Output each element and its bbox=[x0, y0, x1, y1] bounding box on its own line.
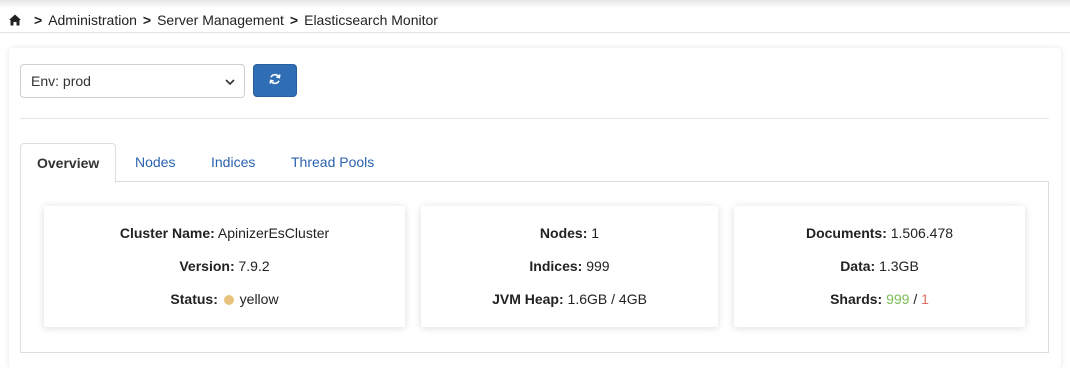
breadcrumb-item-administration[interactable]: Administration bbox=[48, 12, 137, 28]
refresh-icon bbox=[268, 72, 282, 89]
shards-row: Shards: 999 / 1 bbox=[830, 283, 929, 316]
cluster-name-value: ApinizerEsCluster bbox=[217, 225, 330, 241]
home-icon[interactable] bbox=[8, 13, 22, 27]
indices-row: Indices: 999 bbox=[529, 250, 609, 283]
breadcrumb: > Administration > Server Management > E… bbox=[8, 10, 438, 30]
nodes-value: 1 bbox=[591, 225, 600, 241]
refresh-button[interactable] bbox=[253, 64, 297, 97]
chevron-down-icon bbox=[224, 75, 236, 87]
header-divider bbox=[0, 32, 1070, 33]
documents-row: Documents: 1.506.478 bbox=[806, 217, 953, 250]
indices-label: Indices: bbox=[529, 258, 583, 274]
tab-bar: Overview Nodes Indices Thread Pools bbox=[20, 143, 1049, 183]
data-size-label: Data: bbox=[840, 258, 876, 274]
shards-separator: / bbox=[913, 291, 918, 307]
documents-label: Documents: bbox=[805, 225, 887, 241]
shards-unassigned-value: 1 bbox=[921, 291, 929, 307]
breadcrumb-item-server-management[interactable]: Server Management bbox=[157, 12, 284, 28]
breadcrumb-separator: > bbox=[289, 12, 299, 28]
tab-overview[interactable]: Overview bbox=[20, 143, 117, 183]
jvm-heap-row: JVM Heap: 1.6GB / 4GB bbox=[492, 283, 647, 316]
documents-value: 1.506.478 bbox=[890, 225, 954, 241]
env-select[interactable]: Env: prod bbox=[20, 64, 245, 98]
env-select-value: Env: prod bbox=[31, 73, 91, 89]
version-value: 7.9.2 bbox=[238, 258, 270, 274]
status-dot-icon bbox=[223, 295, 234, 305]
status-value: yellow bbox=[239, 291, 279, 307]
tab-indices[interactable]: Indices bbox=[195, 143, 271, 182]
data-size-row: Data: 1.3GB bbox=[840, 250, 919, 283]
cluster-info-card: Cluster Name: ApinizerEsCluster Version:… bbox=[44, 206, 405, 327]
tab-thread-pools[interactable]: Thread Pools bbox=[275, 143, 390, 182]
toolbar-divider bbox=[20, 118, 1049, 119]
status-row: Status: yellow bbox=[170, 283, 278, 316]
status-label: Status: bbox=[170, 291, 218, 307]
shards-active-value: 999 bbox=[886, 291, 910, 307]
cluster-name-label: Cluster Name: bbox=[119, 225, 215, 241]
cluster-name-row: Cluster Name: ApinizerEsCluster bbox=[120, 217, 329, 250]
breadcrumb-separator: > bbox=[34, 12, 43, 28]
indices-value: 999 bbox=[586, 258, 610, 274]
breadcrumb-separator: > bbox=[142, 12, 152, 28]
jvm-heap-label: JVM Heap: bbox=[492, 291, 564, 307]
nodes-label: Nodes: bbox=[539, 225, 588, 241]
version-row: Version: 7.9.2 bbox=[179, 250, 269, 283]
version-label: Version: bbox=[179, 258, 235, 274]
documents-info-card: Documents: 1.506.478 Data: 1.3GB Shards:… bbox=[734, 206, 1025, 327]
top-shadow bbox=[0, 0, 1070, 8]
nodes-row: Nodes: 1 bbox=[540, 217, 599, 250]
breadcrumb-item-elasticsearch-monitor: Elasticsearch Monitor bbox=[304, 12, 438, 28]
nodes-info-card: Nodes: 1 Indices: 999 JVM Heap: 1.6GB / … bbox=[421, 206, 718, 327]
jvm-heap-value: 1.6GB / 4GB bbox=[567, 291, 647, 307]
tab-nodes[interactable]: Nodes bbox=[119, 143, 191, 182]
shards-label: Shards: bbox=[830, 291, 883, 307]
data-size-value: 1.3GB bbox=[879, 258, 919, 274]
